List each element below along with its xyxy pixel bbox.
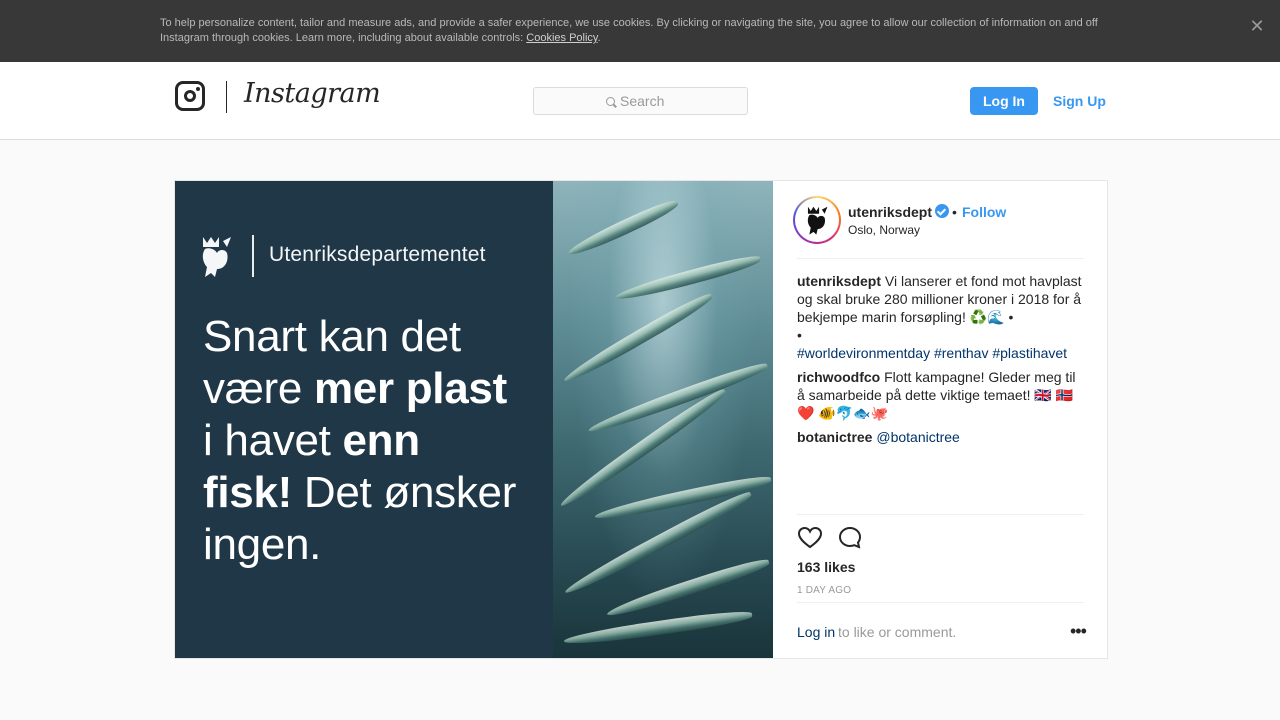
separator-dot: • [952,204,957,220]
like-count[interactable]: 163 likes [797,559,855,575]
fish-shape [565,196,681,260]
headline-text: være [203,364,314,413]
hashtag-link[interactable]: #worldevironmentday [797,345,930,361]
instagram-camera-icon[interactable] [175,81,205,111]
author-username[interactable]: utenriksdept [848,204,932,220]
location-link[interactable]: Oslo, Norway [848,223,920,237]
follow-button[interactable]: Follow [962,204,1006,220]
search-icon [606,97,615,106]
avatar-inner [795,198,839,242]
cookie-suffix: . [597,32,601,44]
cookie-banner: To help personalize content, tailor and … [0,0,1280,62]
mention-link[interactable]: @botanictree [876,429,959,445]
verified-badge-icon [935,204,949,218]
headline-line: Snart kan det [203,312,461,361]
caption-hashtags: #worldevironmentday #renthav #plastihave… [797,344,1087,362]
close-icon[interactable]: ✕ [1248,17,1266,35]
heart-icon[interactable] [797,525,823,551]
caption: utenriksdept Vi lanserer et fond mot hav… [797,272,1087,362]
top-nav: Instagram Log In Sign Up [0,62,1280,140]
avatar[interactable] [793,196,841,244]
hashtag-link[interactable]: #renthav [934,345,988,361]
headline-line: fisk! Det ønsker [203,467,543,519]
fish-shape [613,251,763,305]
comment-icon[interactable] [837,525,863,551]
comment-username[interactable]: botanictree [797,429,872,445]
comments-list: utenriksdept Vi lanserer et fond mot hav… [797,272,1087,452]
cookie-message: To help personalize content, tailor and … [160,17,1098,44]
headline-line: i havet enn [203,415,543,467]
lion-crest-icon [202,237,231,277]
cookies-policy-link[interactable]: Cookies Policy [526,32,597,44]
search-box[interactable] [533,87,748,115]
post-header: utenriksdept • Follow Oslo, Norway [793,181,1084,259]
image-headline: Snart kan det være mer plast i havet enn… [203,311,543,571]
comment-username[interactable]: richwoodfco [797,369,880,385]
login-prompt: Log in to like or comment. ••• [797,602,1087,658]
comment: richwoodfco Flott kampagne! Gleder meg t… [797,368,1087,422]
comment: botanictree @botanictree [797,428,1087,446]
search-input[interactable] [620,92,740,110]
camera-lens [184,90,196,102]
brand-text: Utenriksdepartementet [269,243,486,266]
post-image[interactable]: Utenriksdepartementet Snart kan det være… [175,181,773,658]
login-link[interactable]: Log in [797,624,835,640]
post-sidebar: utenriksdept • Follow Oslo, Norway utenr… [773,181,1107,658]
login-button[interactable]: Log In [970,87,1038,115]
brand-divider [252,235,254,277]
post-timestamp[interactable]: 1 DAY AGO [797,585,851,596]
more-options-icon[interactable]: ••• [1070,621,1087,641]
caption-line-break: • [797,327,802,343]
headline-line: ingen. [203,520,322,569]
fish-photo [553,181,773,658]
headline-text: Det ønsker [291,468,517,517]
headline-bold: mer plast [313,364,507,413]
instagram-wordmark[interactable]: Instagram [244,78,381,109]
headline-bold: enn [342,416,420,465]
camera-flash [196,87,200,91]
headline-text: i havet [203,416,343,465]
headline-line: være mer plast [203,363,543,415]
text-panel: Utenriksdepartementet Snart kan det være… [175,181,553,658]
caption-username[interactable]: utenriksdept [797,273,881,289]
fish-shape [562,607,754,649]
headline-bold: fisk! [203,468,292,517]
post-card: Utenriksdepartementet Snart kan det være… [174,180,1108,659]
fish-shape [560,289,716,387]
login-prompt-text: to like or comment. [838,624,957,640]
lion-crest-icon [807,206,828,235]
post-actions: 163 likes 1 DAY AGO [797,514,1084,604]
hashtag-link[interactable]: #plastihavet [992,345,1067,361]
logo-divider [226,81,227,113]
signup-link[interactable]: Sign Up [1053,93,1106,109]
cookie-text: To help personalize content, tailor and … [160,16,1110,46]
